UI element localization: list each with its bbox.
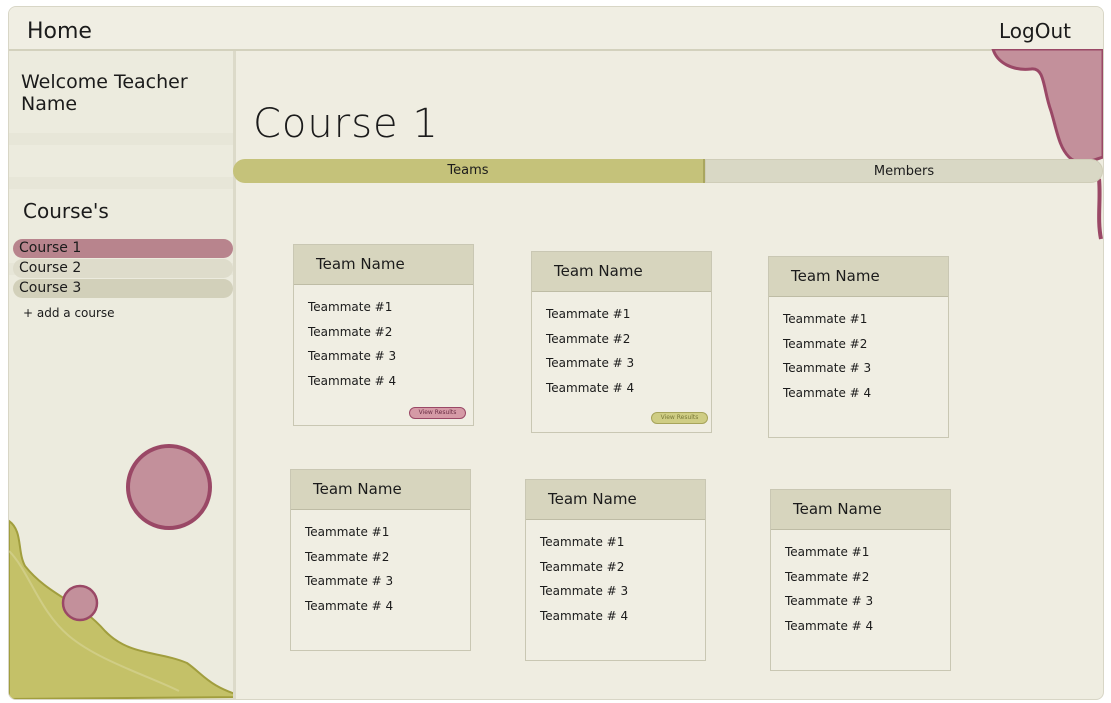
team-name[interactable]: Team Name: [526, 480, 705, 520]
teammate-item: Teammate #1: [785, 545, 870, 559]
teammate-item: Teammate #1: [308, 300, 393, 314]
sidebar-item-course-2[interactable]: Course 2: [13, 259, 233, 278]
team-name[interactable]: Team Name: [771, 490, 950, 530]
tab-teams[interactable]: Teams: [233, 159, 705, 183]
teammate-item: Teammate # 4: [546, 381, 635, 395]
team-card: Team Name Teammate #1 Teammate #2 Teamma…: [525, 479, 706, 661]
home-link[interactable]: Home: [27, 19, 92, 44]
sidebar-item-course-3[interactable]: Course 3: [13, 279, 233, 298]
teammate-item: Teammate #1: [540, 535, 625, 549]
sidebar-item-course-1[interactable]: Course 1: [13, 239, 233, 258]
top-bar: Home LogOut: [9, 7, 1103, 51]
add-course-button[interactable]: + add a course: [23, 306, 115, 320]
teammate-item: Teammate # 3: [783, 361, 872, 375]
teammate-item: Teammate # 3: [540, 584, 629, 598]
logout-link[interactable]: LogOut: [999, 19, 1071, 43]
corner-blob-decoration: [991, 49, 1103, 240]
sidebar: Welcome Teacher Name Course's Course 1 C…: [9, 51, 236, 699]
teammate-item: Teammate # 3: [785, 594, 874, 608]
team-card: Team Name Teammate #1 Teammate #2 Teamma…: [531, 251, 712, 433]
team-card: Team Name Teammate #1 Teammate #2 Teamma…: [768, 256, 949, 438]
sidebar-decoration: [9, 133, 233, 699]
teammate-item: Teammate #2: [540, 560, 625, 574]
team-name[interactable]: Team Name: [294, 245, 473, 285]
teammate-item: Teammate # 4: [783, 386, 872, 400]
teammate-item: Teammate # 4: [785, 619, 874, 633]
view-results-button[interactable]: View Results: [409, 407, 466, 419]
teammate-item: Teammate #2: [308, 325, 393, 339]
tab-members[interactable]: Members: [705, 159, 1103, 183]
teammate-item: Teammate #2: [783, 337, 868, 351]
teammate-item: Teammate # 3: [305, 574, 394, 588]
teammate-item: Teammate #2: [785, 570, 870, 584]
courses-heading: Course's: [23, 199, 109, 223]
teammate-item: Teammate # 4: [305, 599, 394, 613]
teammate-item: Teammate # 3: [546, 356, 635, 370]
team-card: Team Name Teammate #1 Teammate #2 Teamma…: [770, 489, 951, 671]
teammate-item: Teammate #2: [546, 332, 631, 346]
teammate-item: Teammate #1: [783, 312, 868, 326]
teammate-item: Teammate #2: [305, 550, 390, 564]
teammate-item: Teammate #1: [546, 307, 631, 321]
teammate-item: Teammate # 3: [308, 349, 397, 363]
teammate-item: Teammate # 4: [308, 374, 397, 388]
welcome-text: Welcome Teacher Name: [21, 71, 188, 115]
app-frame: Home LogOut Welcome Teacher Name Course'…: [8, 6, 1104, 700]
tab-bar: Teams Members: [233, 159, 1103, 183]
teammate-item: Teammate # 4: [540, 609, 629, 623]
teammate-item: Teammate #1: [305, 525, 390, 539]
team-name[interactable]: Team Name: [532, 252, 711, 292]
team-name[interactable]: Team Name: [291, 470, 470, 510]
page-title: Course 1: [253, 101, 439, 147]
team-card: Team Name Teammate #1 Teammate #2 Teamma…: [290, 469, 471, 651]
view-results-button[interactable]: View Results: [651, 412, 708, 424]
team-name[interactable]: Team Name: [769, 257, 948, 297]
team-card: Team Name Teammate #1 Teammate #2 Teamma…: [293, 244, 474, 426]
